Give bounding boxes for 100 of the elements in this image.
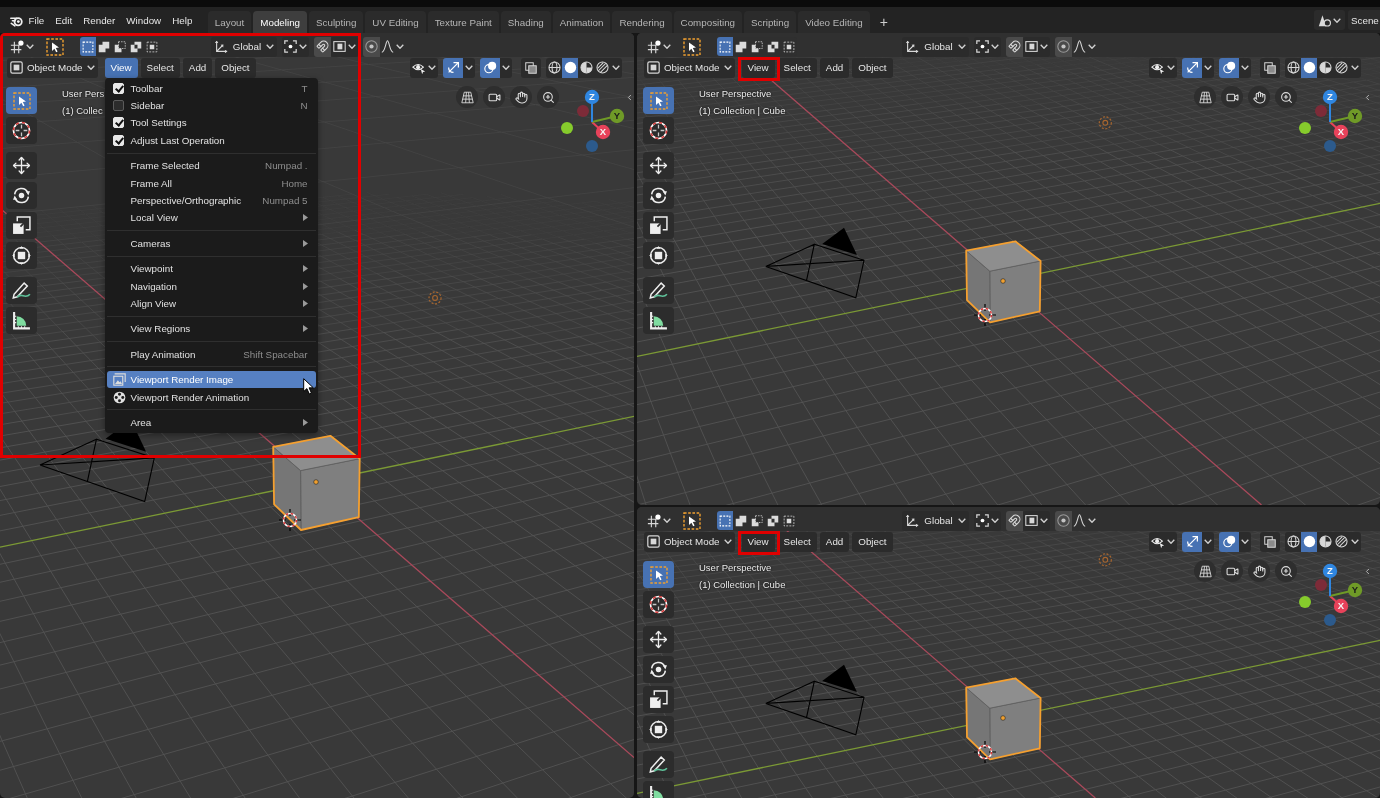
select-tool-button[interactable] bbox=[643, 561, 674, 588]
gizmo-options-dropdown[interactable] bbox=[1202, 531, 1214, 552]
workspace-tab[interactable]: UV Editing bbox=[365, 11, 426, 33]
rotate-tool-button[interactable] bbox=[6, 182, 37, 209]
proportional-edit-toggle[interactable] bbox=[1054, 36, 1072, 57]
menu-item[interactable]: View Regions bbox=[106, 320, 316, 338]
scene-name-field[interactable]: Scene bbox=[1348, 10, 1380, 30]
zoom-view-button[interactable] bbox=[1275, 560, 1297, 582]
active-tool-button[interactable] bbox=[682, 36, 702, 57]
shading-mode-button[interactable] bbox=[1301, 57, 1317, 78]
snap-toggle[interactable] bbox=[1005, 510, 1023, 531]
camera-view-button[interactable] bbox=[1221, 560, 1243, 582]
negative-y-handle[interactable] bbox=[561, 122, 573, 134]
menu-item[interactable]: Local View bbox=[106, 209, 316, 227]
mode-dropdown[interactable]: Object Mode bbox=[644, 57, 735, 78]
y-axis-handle[interactable]: Y bbox=[591, 108, 625, 124]
pivot-point-dropdown[interactable] bbox=[282, 36, 310, 57]
orientation-dropdown[interactable]: Global bbox=[902, 36, 969, 57]
overlay-options-dropdown[interactable] bbox=[1239, 531, 1251, 552]
mode-dropdown[interactable]: Object Mode bbox=[644, 531, 735, 552]
chevron-left-icon[interactable] bbox=[1363, 567, 1372, 576]
overlay-toggle[interactable] bbox=[1219, 531, 1239, 552]
pan-view-button[interactable] bbox=[510, 86, 532, 108]
workspace-tab[interactable]: Video Editing bbox=[798, 11, 870, 33]
xray-toggle[interactable] bbox=[1260, 531, 1280, 552]
proportional-edit-toggle[interactable] bbox=[363, 36, 381, 57]
proportional-edit-toggle[interactable] bbox=[1054, 510, 1072, 531]
overlay-toggle[interactable] bbox=[1219, 57, 1239, 78]
negative-z-handle[interactable] bbox=[1324, 614, 1336, 626]
xray-toggle[interactable] bbox=[1260, 57, 1280, 78]
y-axis-handle[interactable]: Y bbox=[1329, 108, 1363, 124]
negative-x-handle[interactable] bbox=[577, 105, 589, 117]
measure-tool-button[interactable] bbox=[6, 307, 37, 334]
menu-item[interactable]: Play Animation Shift Spacebar bbox=[106, 345, 316, 363]
menu-button[interactable]: Object bbox=[852, 531, 893, 552]
menu-button[interactable]: Edit bbox=[49, 10, 78, 30]
menu-button[interactable]: Add bbox=[819, 57, 850, 78]
select-tool-button[interactable] bbox=[6, 87, 37, 114]
menu-button[interactable]: Window bbox=[120, 10, 167, 30]
gizmo-toggle[interactable] bbox=[1182, 57, 1202, 78]
shading-options-dropdown[interactable] bbox=[1349, 531, 1361, 552]
shading-options-dropdown[interactable] bbox=[1349, 57, 1361, 78]
visibility-dropdown[interactable] bbox=[1149, 57, 1177, 78]
menu-button[interactable]: Help bbox=[166, 10, 198, 30]
annotate-tool-button[interactable] bbox=[6, 277, 37, 304]
transform-tool-button[interactable] bbox=[6, 242, 37, 269]
negative-z-handle[interactable] bbox=[1324, 140, 1336, 152]
shading-mode-button[interactable] bbox=[1333, 531, 1349, 552]
visibility-dropdown[interactable] bbox=[1149, 531, 1177, 552]
transform-tool-button[interactable] bbox=[643, 242, 674, 269]
shading-mode-button[interactable] bbox=[1317, 57, 1333, 78]
snap-target-dropdown[interactable] bbox=[1022, 510, 1050, 531]
menu-button[interactable]: Select bbox=[140, 57, 180, 78]
shading-mode-button[interactable] bbox=[594, 57, 610, 78]
workspace-tab[interactable]: Modeling bbox=[253, 11, 308, 33]
add-workspace-button[interactable]: + bbox=[873, 11, 894, 33]
menu-item[interactable]: Align View bbox=[106, 294, 316, 313]
negative-y-handle[interactable] bbox=[1299, 596, 1311, 608]
pivot-point-dropdown[interactable] bbox=[973, 36, 1001, 57]
measure-tool-button[interactable] bbox=[643, 307, 674, 334]
snap-target-dropdown[interactable] bbox=[331, 36, 359, 57]
negative-x-handle[interactable] bbox=[1315, 105, 1327, 117]
menu-item[interactable]: Tool Settings bbox=[106, 114, 316, 132]
menu-item[interactable]: Viewpoint bbox=[106, 260, 316, 278]
active-tool-button[interactable] bbox=[682, 510, 702, 531]
menu-item[interactable]: Frame All Home bbox=[106, 174, 316, 192]
snap-toggle[interactable] bbox=[1005, 36, 1023, 57]
perspective-toggle-button[interactable] bbox=[456, 86, 478, 108]
gizmo-toggle[interactable] bbox=[1182, 531, 1202, 552]
gizmo-toggle[interactable] bbox=[443, 57, 463, 78]
workspace-tab[interactable]: Compositing bbox=[673, 11, 743, 33]
chevron-left-icon[interactable] bbox=[625, 93, 634, 102]
menu-button[interactable]: Render bbox=[77, 10, 121, 30]
rotate-tool-button[interactable] bbox=[643, 656, 674, 683]
move-tool-button[interactable] bbox=[643, 626, 674, 653]
workspace-tab[interactable]: Rendering bbox=[612, 11, 672, 33]
menu-item[interactable]: Cameras bbox=[106, 234, 316, 252]
scale-tool-button[interactable] bbox=[643, 686, 674, 713]
checkbox[interactable] bbox=[112, 100, 124, 112]
shading-mode-button[interactable] bbox=[1285, 57, 1301, 78]
menu-button[interactable]: File bbox=[23, 10, 50, 30]
gizmo-options-dropdown[interactable] bbox=[1202, 57, 1214, 78]
workspace-tab[interactable]: Sculpting bbox=[309, 11, 364, 33]
workspace-tab[interactable]: Scripting bbox=[744, 11, 797, 33]
menu-button[interactable]: View bbox=[104, 57, 138, 78]
workspace-tab[interactable]: Animation bbox=[552, 11, 611, 33]
shading-mode-button[interactable] bbox=[1301, 531, 1317, 552]
shading-mode-button[interactable] bbox=[546, 57, 562, 78]
annotate-tool-button[interactable] bbox=[643, 751, 674, 778]
xray-toggle[interactable] bbox=[521, 57, 541, 78]
snap-toggle[interactable] bbox=[314, 36, 332, 57]
camera-view-button[interactable] bbox=[483, 86, 505, 108]
visibility-dropdown[interactable] bbox=[410, 57, 438, 78]
rotate-tool-button[interactable] bbox=[643, 182, 674, 209]
negative-z-handle[interactable] bbox=[586, 140, 598, 152]
active-tool-button[interactable] bbox=[45, 36, 65, 57]
cursor-tool-button[interactable] bbox=[643, 591, 674, 618]
menu-button[interactable]: Add bbox=[819, 531, 850, 552]
scale-tool-button[interactable] bbox=[643, 212, 674, 239]
zoom-view-button[interactable] bbox=[537, 86, 559, 108]
